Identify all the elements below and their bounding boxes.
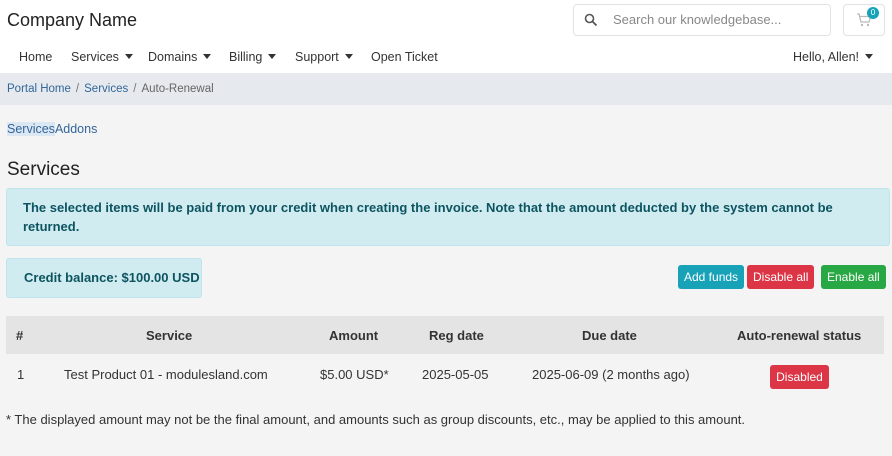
user-greeting: Hello, Allen! [793, 50, 860, 64]
user-menu[interactable]: Hello, Allen! [793, 50, 874, 64]
main-nav: Home Services Domains Billing Support Op… [0, 46, 892, 70]
page-title: Services [7, 159, 80, 180]
tab-services[interactable]: Services [7, 122, 55, 136]
info-alert: The selected items will be paid from you… [6, 188, 890, 246]
breadcrumb-bar: Portal Home / Services / Auto-Renewal [0, 73, 892, 105]
disable-all-button[interactable]: Disable all [747, 265, 815, 289]
table-row: 1 Test Product 01 - modulesland.com $5.0… [6, 355, 884, 395]
row-service-link[interactable]: Test Product 01 - modulesland.com [64, 367, 268, 382]
nav-home[interactable]: Home [19, 50, 52, 64]
header-service: Service [146, 328, 193, 343]
sub-tabs: ServicesAddons [7, 122, 97, 136]
breadcrumb: Portal Home / Services / Auto-Renewal [7, 83, 214, 95]
brand-name[interactable]: Company Name [7, 10, 137, 31]
row-reg-date: 2025-05-05 [422, 367, 489, 382]
header-amount: Amount [329, 328, 379, 343]
nav-billing-label: Billing [229, 50, 263, 64]
cart-button[interactable]: 0 [843, 4, 885, 36]
row-num: 1 [17, 367, 25, 382]
footnote: * The displayed amount may not be the fi… [6, 412, 746, 427]
search-box[interactable]: Search our knowledgebase... [573, 4, 831, 36]
search-input[interactable]: Search our knowledgebase... [613, 12, 781, 27]
cart-count-badge: 0 [867, 7, 879, 19]
tab-addons[interactable]: Addons [55, 122, 97, 136]
chevron-down-icon [344, 54, 353, 60]
add-funds-button[interactable]: Add funds [678, 265, 745, 289]
header: Company Name Search our knowledgebase...… [0, 0, 892, 73]
breadcrumb-separator: / [75, 83, 80, 95]
nav-services-label: Services [71, 50, 119, 64]
chevron-down-icon [268, 54, 277, 60]
row-due-date: 2025-06-09 (2 months ago) [532, 367, 690, 382]
breadcrumb-portal-home[interactable]: Portal Home [7, 83, 71, 95]
header-reg-date: Reg date [429, 328, 484, 343]
chevron-down-icon [124, 54, 133, 60]
nav-support-label: Support [295, 50, 339, 64]
credit-balance: Credit balance: $100.00 USD [6, 258, 202, 298]
table-header: # Service Amount Reg date Due date Auto-… [6, 316, 884, 354]
enable-all-button[interactable]: Enable all [821, 265, 886, 289]
chevron-down-icon [203, 54, 212, 60]
breadcrumb-services[interactable]: Services [84, 83, 128, 95]
nav-billing[interactable]: Billing [229, 50, 277, 64]
nav-services[interactable]: Services [71, 50, 133, 64]
nav-open-ticket[interactable]: Open Ticket [371, 50, 438, 64]
breadcrumb-separator: / [133, 83, 137, 95]
nav-domains-label: Domains [148, 50, 198, 64]
nav-domains[interactable]: Domains [148, 50, 212, 64]
row-amount: $5.00 USD* [320, 367, 389, 382]
header-num: # [16, 328, 24, 343]
chevron-down-icon [865, 54, 874, 60]
breadcrumb-current: Auto-Renewal [141, 83, 214, 95]
search-icon [584, 13, 598, 27]
header-due-date: Due date [582, 328, 637, 343]
header-auto-renewal-status: Auto-renewal status [737, 328, 862, 343]
status-badge[interactable]: Disabled [770, 365, 829, 389]
nav-support[interactable]: Support [295, 50, 353, 64]
